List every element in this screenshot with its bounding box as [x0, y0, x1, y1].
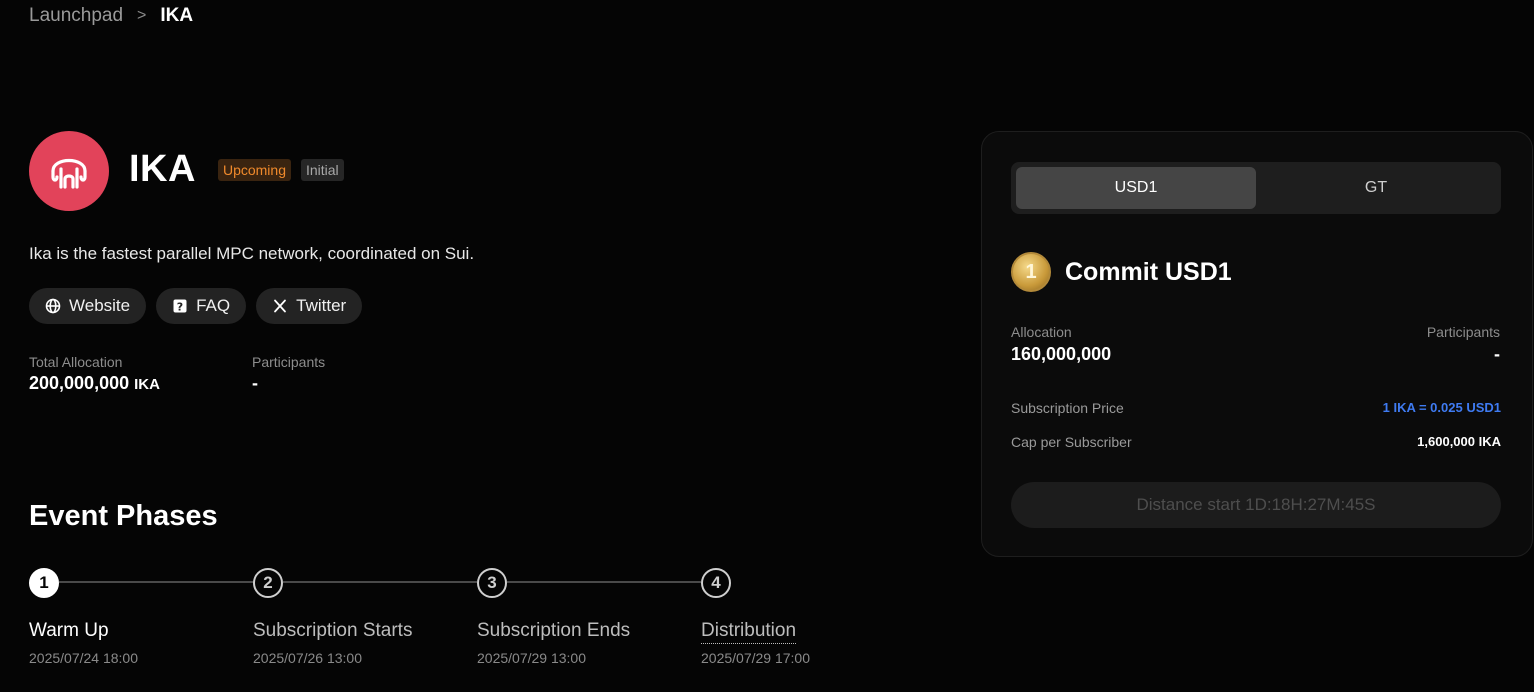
participants-stat: Participants -	[252, 354, 325, 394]
status-badge: Upcoming	[217, 158, 291, 181]
phase-connector	[507, 581, 701, 583]
event-phases-title: Event Phases	[29, 500, 218, 532]
commit-header: 1 Commit USD1	[1011, 252, 1232, 292]
cap-per-subscriber-value: 1,600,000 IKA	[1417, 434, 1501, 449]
phase-step-4: 4	[701, 568, 731, 598]
subscription-price-value: 1 IKA = 0.025 USD1	[1382, 400, 1501, 415]
total-allocation-stat: Total Allocation 200,000,000 IKA	[29, 354, 160, 394]
allocation-value: 160,000,000	[1011, 344, 1112, 364]
project-links: Website ? FAQ Twitter	[29, 288, 363, 324]
phase-date-subscription-ends: 2025/07/29 13:00	[477, 650, 586, 666]
octopus-logo-icon	[29, 131, 109, 211]
subscription-price-row: Subscription Price 1 IKA = 0.025 USD1	[1011, 400, 1501, 416]
currency-toggle: USD1 GT	[1011, 162, 1501, 214]
phase-connector	[283, 581, 477, 583]
phase-date-subscription-starts: 2025/07/26 13:00	[253, 650, 362, 666]
commit-card: USD1 GT 1 Commit USD1 Allocation 160,000…	[981, 131, 1533, 557]
faq-button[interactable]: ? FAQ	[156, 288, 247, 324]
phase-date-distribution: 2025/07/29 17:00	[701, 650, 810, 666]
project-title-row: IKA Upcoming Initial	[129, 148, 344, 191]
project-description: Ika is the fastest parallel MPC network,…	[29, 244, 475, 263]
countdown-commit-button[interactable]: Distance start 1D:18H:27M:45S	[1011, 482, 1501, 528]
cap-per-subscriber-label: Cap per Subscriber	[1011, 434, 1132, 450]
participants-label: Participants	[252, 354, 326, 370]
chevron-right-icon: >	[137, 7, 147, 24]
phase-name-subscription-starts: Subscription Starts	[253, 620, 413, 641]
card-participants-value: -	[1494, 344, 1500, 364]
project-name: IKA	[129, 148, 196, 190]
phase-name-warm-up: Warm Up	[29, 620, 109, 641]
twitter-button-label: Twitter	[296, 296, 347, 315]
faq-button-label: FAQ	[196, 296, 231, 315]
website-button-label: Website	[69, 296, 131, 315]
usd1-coin-icon: 1	[1011, 252, 1051, 292]
breadcrumb-launchpad-link[interactable]: Launchpad	[29, 5, 123, 27]
tab-gt[interactable]: GT	[1256, 167, 1496, 209]
card-participants-label: Participants	[1426, 324, 1500, 340]
type-badge: Initial	[300, 158, 344, 181]
breadcrumb-current: IKA	[160, 5, 194, 26]
phase-name-subscription-ends: Subscription Ends	[477, 620, 631, 641]
question-icon: ?	[172, 298, 188, 314]
commit-title: Commit USD1	[1065, 257, 1232, 286]
tab-usd1[interactable]: USD1	[1016, 167, 1256, 209]
phase-date-warm-up: 2025/07/24 18:00	[29, 650, 138, 666]
phase-connector	[59, 581, 253, 583]
twitter-button[interactable]: Twitter	[256, 288, 363, 324]
phase-step-2: 2	[253, 568, 283, 598]
total-allocation-label: Total Allocation	[29, 354, 123, 370]
svg-text:?: ?	[177, 301, 183, 314]
website-button[interactable]: Website	[29, 288, 147, 324]
total-allocation-value: 200,000,000 IKA	[29, 373, 160, 393]
globe-icon	[45, 298, 61, 314]
phase-name-distribution[interactable]: Distribution	[701, 620, 797, 644]
allocation-label: Allocation	[1011, 324, 1072, 340]
x-icon	[272, 298, 288, 314]
total-allocation-unit: IKA	[134, 376, 160, 393]
cap-per-subscriber-row: Cap per Subscriber 1,600,000 IKA	[1011, 434, 1501, 450]
phase-step-1: 1	[29, 568, 59, 598]
participants-value: -	[252, 373, 258, 393]
breadcrumb: Launchpad > IKA	[29, 5, 193, 27]
subscription-price-label: Subscription Price	[1011, 400, 1124, 416]
phase-step-3: 3	[477, 568, 507, 598]
